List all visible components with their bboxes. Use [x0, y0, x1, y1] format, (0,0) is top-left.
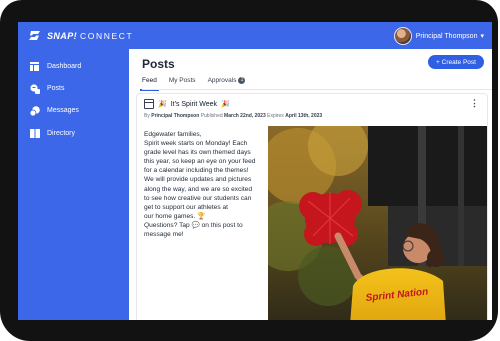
post-body-line: our home games. 🏆 [144, 212, 206, 220]
tablet-device: SNAP! CONNECT Principal Thompson ▾ Dashb… [0, 0, 498, 341]
user-name: Principal Thompson [415, 32, 478, 40]
post-body-line: Questions? Tap 💬 on this post to [144, 221, 243, 229]
meta-expires-label: Expires [267, 113, 284, 119]
more-options-icon[interactable]: ⋮ [470, 98, 479, 109]
avatar [393, 27, 412, 45]
post-body-line: Spirit week starts on Monday! Each [144, 140, 248, 148]
dashboard-icon [29, 61, 40, 72]
cheerleader-photo: Sprint Nation [268, 126, 487, 320]
tab-label: My Posts [168, 77, 196, 84]
snap-logo-icon [29, 31, 40, 40]
party-icon: 🎉 [221, 101, 230, 108]
top-bar: SNAP! CONNECT Principal Thompson ▾ [18, 22, 492, 49]
app-logo[interactable]: SNAP! CONNECT [28, 30, 133, 41]
post-body-line: get to support our athletes at [144, 203, 228, 211]
messages-icon [29, 105, 40, 116]
tab-feed[interactable]: Feed [140, 75, 159, 91]
directory-icon [29, 128, 40, 139]
calendar-icon [144, 99, 154, 109]
sidebar-item-label: Posts [47, 85, 65, 92]
post-body-line: We will provide updates and pictures [144, 176, 252, 184]
sidebar-item-label: Messages [47, 107, 79, 114]
post-body-line: for a calendar including the themes! [144, 167, 249, 175]
post-author: Principal Thompson [151, 113, 200, 119]
sidebar: Dashboard Posts Messages Directory [18, 49, 129, 320]
post-meta: By Principal Thompson Published March 22… [144, 113, 322, 119]
post-image[interactable]: Sprint Nation [268, 126, 487, 320]
trophy-icon: 🎉 [158, 101, 167, 108]
logo-text: SNAP! [47, 30, 78, 41]
tab-label: Feed [142, 77, 157, 84]
tab-approvals[interactable]: Approvals 1 [208, 75, 246, 89]
app-screen: SNAP! CONNECT Principal Thompson ▾ Dashb… [18, 22, 492, 320]
user-menu[interactable]: Principal Thompson ▾ [393, 27, 484, 45]
post-title: It's Spirit Week [170, 100, 218, 108]
post-body-line: to see how creative our students can [144, 194, 252, 202]
meta-by-label: By [144, 113, 150, 119]
approvals-count-badge: 1 [238, 77, 246, 84]
logo-subtext: CONNECT [80, 30, 134, 41]
tab-my-posts[interactable]: My Posts [169, 75, 196, 89]
posts-icon [29, 83, 40, 94]
post-header: 🎉 It's Spirit Week 🎉 [144, 99, 230, 109]
post-body-line: this year, so keep an eye on your feed [144, 158, 256, 166]
sidebar-item-posts[interactable]: Posts [29, 83, 65, 94]
post-body-line: message me! [144, 231, 184, 239]
create-post-button[interactable]: + Create Post [428, 55, 484, 69]
post-card[interactable]: 🎉 It's Spirit Week 🎉 ⋮ By Principal Thom… [136, 93, 488, 320]
sidebar-item-label: Dashboard [47, 63, 82, 70]
tab-label: Approvals [207, 77, 237, 84]
main-content: Posts + Create Post Feed My Posts Approv… [129, 49, 492, 320]
post-body-line: grade level has its own themed days [144, 149, 251, 157]
post-published-date: March 22nd, 2023 [224, 113, 266, 119]
meta-published-label: Published [200, 113, 223, 119]
sidebar-item-dashboard[interactable]: Dashboard [29, 61, 81, 72]
sidebar-item-directory[interactable]: Directory [29, 128, 75, 139]
post-body: Edgewater families, Spirit week starts o… [144, 130, 264, 239]
page-title: Posts [142, 57, 175, 71]
chevron-down-icon: ▾ [480, 33, 484, 40]
post-expires-date: April 13th, 2023 [285, 113, 323, 119]
post-body-line: along the way, and we are so excited [144, 185, 253, 193]
post-body-line: Edgewater families, [144, 131, 202, 138]
tab-divider [142, 89, 492, 90]
post-tabs: Feed My Posts Approvals 1 [140, 75, 246, 91]
sidebar-item-messages[interactable]: Messages [29, 105, 79, 116]
sidebar-item-label: Directory [47, 130, 76, 137]
